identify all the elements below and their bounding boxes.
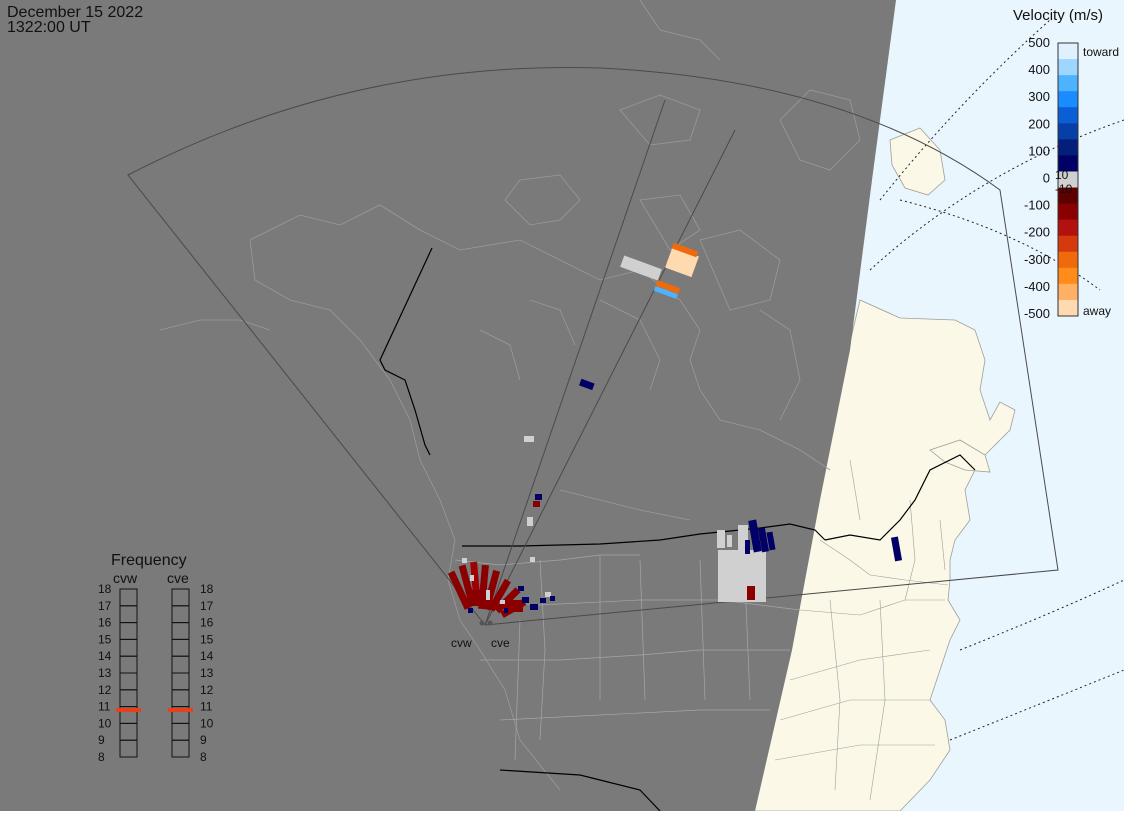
frequency-level-label: 8	[200, 750, 207, 764]
threshold-positive-label: 10	[1055, 168, 1069, 182]
velocity-tick-label: 500	[1028, 35, 1050, 50]
frequency-level-label: 13	[98, 666, 112, 680]
frequency-level-label: 10	[200, 716, 214, 730]
velocity-color-swatch	[1058, 267, 1078, 285]
away-label: away	[1083, 304, 1111, 318]
velocity-color-swatch	[1058, 75, 1078, 92]
frequency-level-label: 12	[98, 683, 112, 697]
frequency-level-label: 18	[98, 582, 112, 596]
frequency-level-label: 11	[98, 700, 111, 714]
velocity-color-swatch	[1058, 91, 1078, 108]
velocity-color-swatch	[1058, 203, 1078, 221]
frequency-title: Frequency	[111, 552, 187, 569]
frequency-level-label: 15	[200, 632, 214, 646]
frequency-level-label: 14	[98, 649, 112, 663]
frequency-level-label: 16	[98, 616, 112, 630]
time-label: 1322:00 UT	[7, 19, 91, 36]
velocity-tick-label: -100	[1024, 198, 1050, 213]
frequency-level-label: 15	[98, 632, 112, 646]
frequency-marker-cvw	[116, 707, 141, 712]
radar-map: cvw cve December 15 2022 1322:00 UT Velo…	[0, 0, 1124, 812]
velocity-color-swatch	[1058, 283, 1078, 301]
cvw-site-label: cvw	[451, 636, 472, 650]
velocity-color-swatch	[1058, 219, 1078, 237]
velocity-color-swatch	[1058, 235, 1078, 253]
velocity-tick-label: -400	[1024, 279, 1050, 294]
map-figure: cvw cve December 15 2022 1322:00 UT Velo…	[0, 0, 1124, 812]
threshold-negative-label: -10	[1055, 182, 1073, 196]
frequency-level-label: 9	[200, 733, 207, 747]
cve-site-label: cve	[491, 636, 510, 650]
velocity-color-swatch	[1058, 43, 1078, 60]
velocity-tick-label: 200	[1028, 116, 1050, 131]
frequency-level-label: 11	[200, 700, 213, 714]
velocity-tick-label: 300	[1028, 89, 1050, 104]
velocity-color-swatch	[1058, 107, 1078, 124]
velocity-color-swatch	[1058, 123, 1078, 140]
frequency-level-label: 16	[200, 616, 214, 630]
velocity-tick-label: 400	[1028, 62, 1050, 77]
velocity-tick-label: 100	[1028, 143, 1050, 158]
cvw-site-marker	[479, 620, 485, 626]
toward-label: toward	[1083, 45, 1119, 59]
frequency-level-label: 14	[200, 649, 214, 663]
frequency-level-label: 18	[200, 582, 214, 596]
frequency-level-label: 9	[98, 733, 105, 747]
frequency-level-label: 17	[200, 599, 214, 613]
frequency-radar-cve: cve	[167, 570, 189, 586]
velocity-legend-title: Velocity (m/s)	[1013, 7, 1103, 24]
frequency-level-label: 12	[200, 683, 214, 697]
velocity-color-swatch	[1058, 59, 1078, 76]
frequency-level-label: 10	[98, 716, 112, 730]
velocity-tick-label: -500	[1024, 306, 1050, 321]
frequency-level-label: 17	[98, 599, 112, 613]
frequency-marker-cve	[168, 707, 193, 712]
velocity-color-swatch	[1058, 251, 1078, 269]
cve-site-marker	[487, 620, 493, 626]
velocity-color-swatch	[1058, 299, 1078, 317]
velocity-color-swatch	[1058, 139, 1078, 156]
frequency-level-label: 8	[98, 750, 105, 764]
frequency-level-label: 13	[200, 666, 214, 680]
velocity-tick-label: 0	[1043, 171, 1050, 186]
velocity-tick-label: -300	[1024, 252, 1050, 267]
frequency-radar-cvw: cvw	[113, 570, 138, 586]
velocity-tick-label: -200	[1024, 225, 1050, 240]
